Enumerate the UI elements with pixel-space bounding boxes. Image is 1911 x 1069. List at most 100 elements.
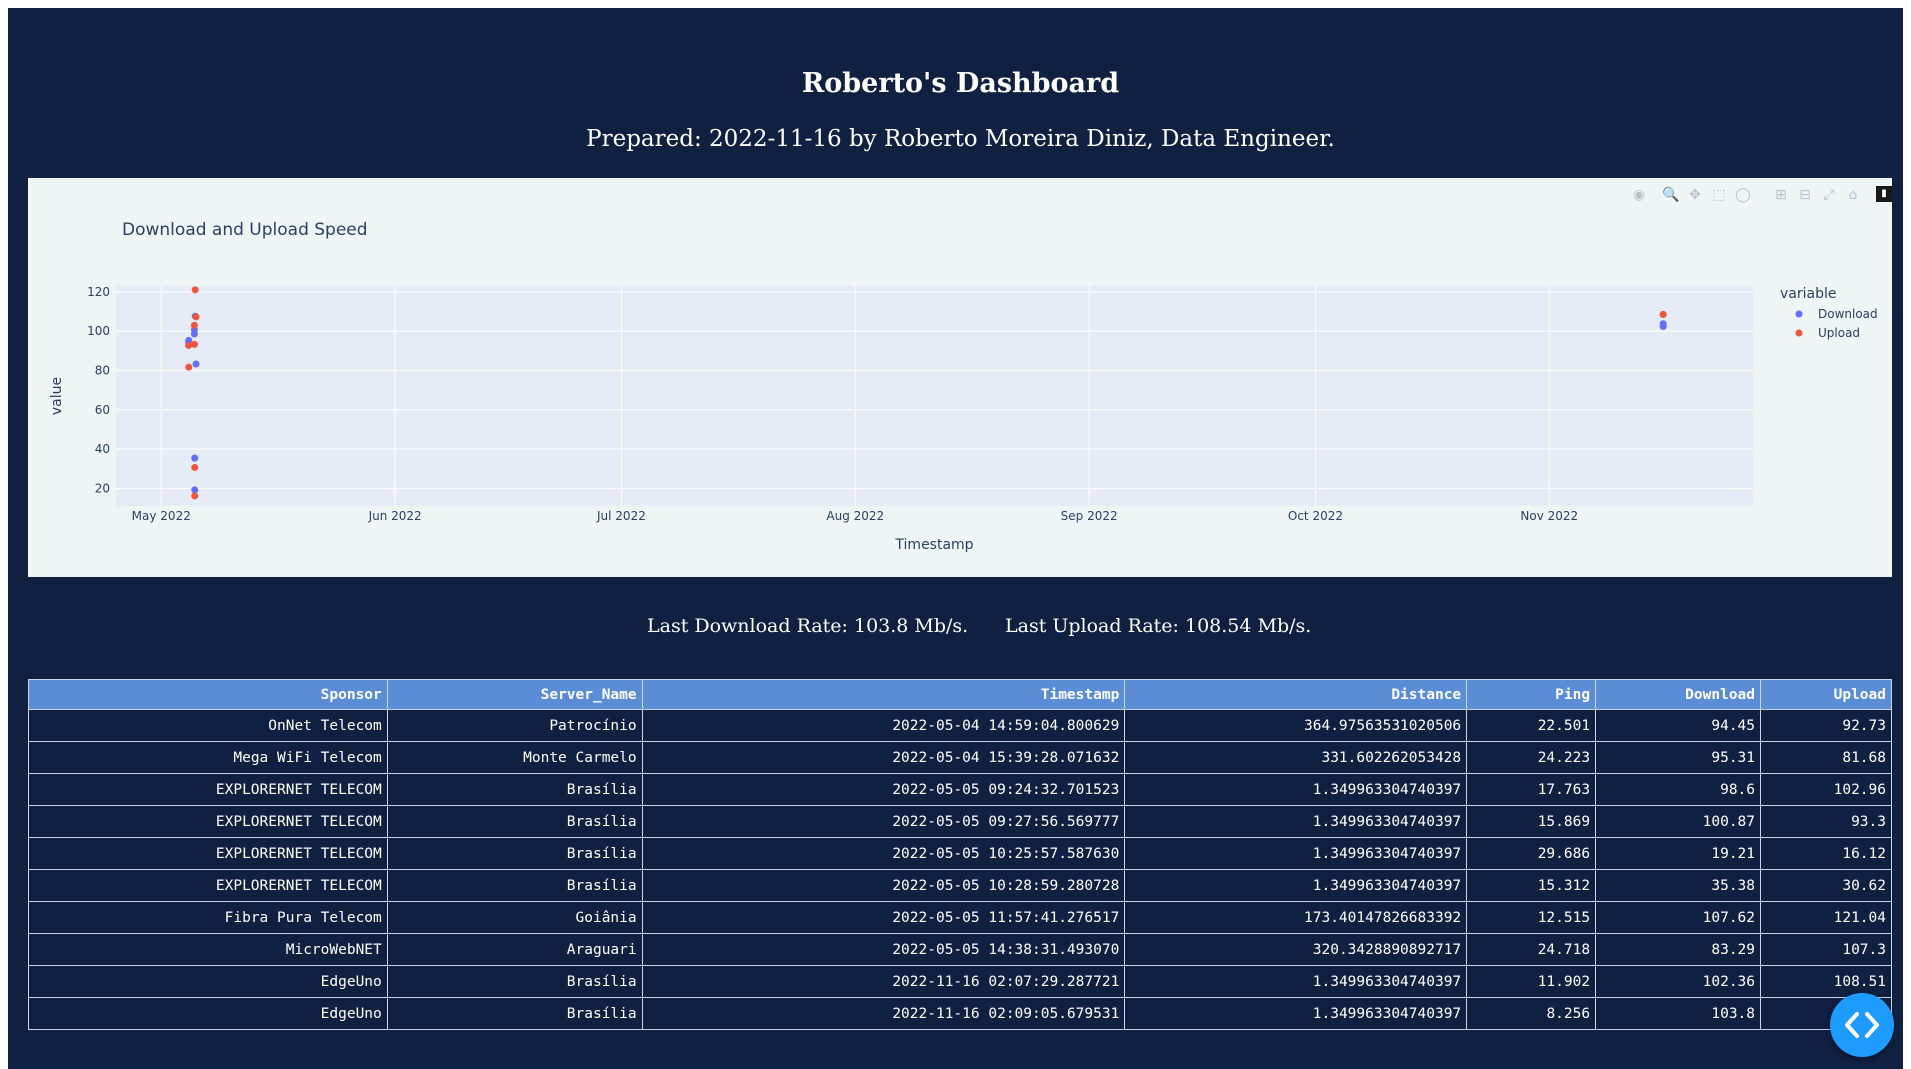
table-cell-server_name: Brasília: [386, 837, 643, 870]
data-point-upload[interactable]: [185, 341, 193, 349]
x-tick-label: Sep 2022: [1061, 509, 1118, 523]
table-row: Mega WiFi Telecom Monte Carmelo 2022-05-04…: [28, 741, 1892, 774]
table-row: EdgeUno Brasília 2022-11-16 02:07:29.28772…: [28, 965, 1892, 998]
x-tick-label: Nov 2022: [1520, 509, 1578, 523]
table-row: OnNet Telecom Patrocínio 2022-05-04 14:59:…: [28, 709, 1892, 742]
zoom-icon[interactable]: 🔍: [1662, 186, 1680, 204]
legend-marker-upload: [1795, 329, 1803, 337]
lasso-icon[interactable]: ◯: [1734, 186, 1752, 204]
table-cell-timestamp: 2022-11-16 02:09:05.679531: [641, 997, 1126, 1030]
x-tick-label: Jul 2022: [596, 509, 646, 523]
plotly-logo-icon[interactable]: ▮: [1876, 186, 1892, 202]
data-point-upload[interactable]: [192, 313, 200, 321]
x-tick-label: Oct 2022: [1288, 509, 1343, 523]
table-cell-ping: 22.501: [1466, 709, 1597, 742]
pan-icon[interactable]: ✥: [1686, 186, 1704, 204]
table-cell-timestamp: 2022-05-05 14:38:31.493070: [641, 933, 1126, 966]
table-cell-distance: 1.349963304740397: [1124, 837, 1468, 870]
column-header-ping[interactable]: Ping: [1466, 679, 1597, 710]
column-header-server_name[interactable]: Server_Name: [386, 679, 643, 710]
column-header-upload[interactable]: Upload: [1760, 679, 1892, 710]
data-point-upload[interactable]: [191, 463, 199, 471]
scatter-chart[interactable]: Download and Upload Speed 20 40 60 80 100 120 M…: [28, 178, 1892, 577]
table-cell-upload: 81.68: [1760, 741, 1892, 774]
data-point-download[interactable]: [192, 360, 200, 368]
column-header-sponsor[interactable]: Sponsor: [28, 679, 388, 710]
legend-item-upload[interactable]: Upload: [1818, 326, 1860, 340]
table-cell-sponsor: MicroWebNET: [28, 933, 388, 966]
plot-area: [116, 286, 1753, 506]
data-point-upload[interactable]: [191, 492, 199, 500]
data-point-download[interactable]: [191, 486, 199, 494]
column-header-download[interactable]: Download: [1595, 679, 1762, 710]
table-cell-upload: 30.62: [1760, 869, 1892, 902]
table-cell-ping: 8.256: [1466, 997, 1597, 1030]
table-cell-download: 102.36: [1595, 965, 1762, 998]
autoscale-icon[interactable]: ⤢: [1820, 186, 1838, 204]
table-cell-timestamp: 2022-05-05 10:28:59.280728: [641, 869, 1126, 902]
code-brackets-icon: [1845, 1012, 1879, 1038]
table-cell-server_name: Araguari: [386, 933, 643, 966]
table-cell-upload: 102.96: [1760, 773, 1892, 806]
table-cell-ping: 11.902: [1466, 965, 1597, 998]
x-tick-label: Aug 2022: [826, 509, 884, 523]
table-cell-download: 35.38: [1595, 869, 1762, 902]
table-cell-download: 95.31: [1595, 741, 1762, 774]
table-cell-sponsor: EXPLORERNET TELECOM: [28, 837, 388, 870]
table-cell-server_name: Brasília: [386, 773, 643, 806]
data-point-download[interactable]: [191, 454, 199, 462]
table-row: EXPLORERNET TELECOM Brasília 2022-05-05 09…: [28, 805, 1892, 838]
table-cell-sponsor: EdgeUno: [28, 997, 388, 1030]
table-cell-timestamp: 2022-05-05 09:24:32.701523: [641, 773, 1126, 806]
data-point-upload[interactable]: [191, 286, 199, 294]
data-point-upload[interactable]: [190, 321, 198, 329]
table-cell-ping: 24.223: [1466, 741, 1597, 774]
zoom-out-icon[interactable]: ⊟: [1796, 186, 1814, 204]
column-header-distance[interactable]: Distance: [1124, 679, 1468, 710]
last-upload-rate: Last Upload Rate: 108.54 Mb/s.: [1005, 615, 1312, 637]
table-cell-distance: 320.3428890892717: [1124, 933, 1468, 966]
legend-item-download[interactable]: Download: [1818, 307, 1878, 321]
table-cell-distance: 173.40147826683392: [1124, 901, 1468, 934]
table-cell-sponsor: Fibra Pura Telecom: [28, 901, 388, 934]
table-cell-sponsor: EXPLORERNET TELECOM: [28, 773, 388, 806]
zoom-in-icon[interactable]: ⊞: [1772, 186, 1790, 204]
table-cell-upload: 16.12: [1760, 837, 1892, 870]
table-cell-timestamp: 2022-05-04 15:39:28.071632: [641, 741, 1126, 774]
table-cell-distance: 1.349963304740397: [1124, 869, 1468, 902]
table-cell-ping: 29.686: [1466, 837, 1597, 870]
table-cell-timestamp: 2022-11-16 02:07:29.287721: [641, 965, 1126, 998]
table-cell-distance: 1.349963304740397: [1124, 773, 1468, 806]
data-point-download[interactable]: [1659, 320, 1667, 328]
table-cell-download: 103.8: [1595, 997, 1762, 1030]
data-point-upload[interactable]: [1659, 310, 1667, 318]
table-cell-upload: 107.3: [1760, 933, 1892, 966]
page-subtitle: Prepared: 2022-11-16 by Roberto Moreira …: [586, 126, 1335, 152]
column-header-timestamp[interactable]: Timestamp: [641, 679, 1126, 710]
box-select-icon[interactable]: ⬚: [1710, 186, 1728, 204]
x-axis-title: Timestamp: [894, 537, 973, 553]
table-header-row: Sponsor Server_Name Timestamp Distance Ping D…: [28, 679, 1892, 710]
dashboard-page: Roberto's Dashboard Prepared: 2022-11-16…: [8, 8, 1903, 1069]
y-tick-label: 100: [87, 324, 110, 338]
table-cell-download: 94.45: [1595, 709, 1762, 742]
table-cell-server_name: Patrocínio: [386, 709, 643, 742]
reset-axes-icon[interactable]: ⌂: [1844, 186, 1862, 204]
table-row: EXPLORERNET TELECOM Brasília 2022-05-05 09…: [28, 773, 1892, 806]
table-cell-server_name: Brasília: [386, 805, 643, 838]
data-point-upload[interactable]: [190, 340, 198, 348]
table-cell-sponsor: Mega WiFi Telecom: [28, 741, 388, 774]
table-cell-distance: 1.349963304740397: [1124, 965, 1468, 998]
code-toggle-button[interactable]: [1830, 993, 1894, 1057]
y-tick-label: 40: [95, 442, 110, 456]
table-cell-server_name: Goiânia: [386, 901, 643, 934]
y-tick-label: 80: [95, 363, 110, 377]
table-cell-upload: 121.04: [1760, 901, 1892, 934]
table-cell-ping: 12.515: [1466, 901, 1597, 934]
data-point-upload[interactable]: [185, 363, 193, 371]
table-cell-sponsor: EdgeUno: [28, 965, 388, 998]
table-row: EXPLORERNET TELECOM Brasília 2022-05-05 10…: [28, 869, 1892, 902]
camera-icon[interactable]: ◉: [1630, 186, 1648, 204]
table-cell-download: 98.6: [1595, 773, 1762, 806]
table-cell-download: 100.87: [1595, 805, 1762, 838]
